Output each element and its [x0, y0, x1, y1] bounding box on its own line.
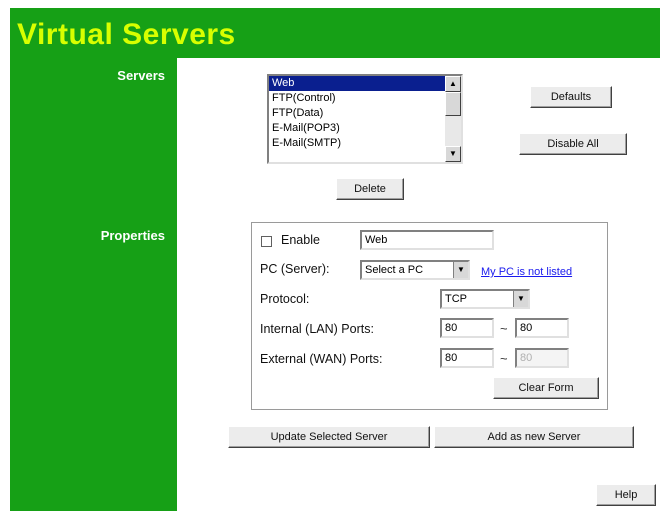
external-port-to-input: 80: [515, 348, 569, 368]
server-name-input[interactable]: Web: [360, 230, 494, 250]
help-button[interactable]: Help: [596, 484, 656, 506]
scrollbar-thumb[interactable]: [445, 92, 461, 116]
page-title: Virtual Servers: [17, 18, 236, 51]
list-item[interactable]: FTP(Control): [269, 91, 446, 106]
pc-server-label: PC (Server):: [260, 262, 330, 276]
pc-not-listed-link[interactable]: My PC is not listed: [481, 266, 572, 278]
servers-section-label: Servers: [117, 68, 165, 83]
page: Virtual Servers Servers Web FTP(Control) F…: [0, 0, 666, 511]
list-item[interactable]: Web: [269, 76, 446, 91]
servers-listbox[interactable]: Web FTP(Control) FTP(Data) E-Mail(POP3) E-Ma…: [267, 74, 463, 164]
properties-section-label: Properties: [100, 228, 165, 243]
left-sidebar: [10, 58, 177, 511]
listbox-scrollbar[interactable]: ▲ ▼: [445, 76, 461, 162]
delete-button[interactable]: Delete: [336, 178, 404, 200]
triangle-down-icon[interactable]: ▼: [445, 146, 461, 162]
protocol-select[interactable]: TCP ▼: [440, 289, 530, 309]
enable-checkbox[interactable]: [261, 236, 272, 247]
internal-ports-label: Internal (LAN) Ports:: [260, 322, 374, 336]
enable-label: Enable: [281, 233, 320, 247]
external-range-separator: ~: [500, 351, 508, 366]
chevron-down-icon: ▼: [453, 262, 468, 278]
list-item[interactable]: E-Mail(SMTP): [269, 136, 446, 151]
pc-server-select[interactable]: Select a PC ▼: [360, 260, 470, 280]
clear-form-button[interactable]: Clear Form: [493, 377, 599, 399]
protocol-label: Protocol:: [260, 292, 310, 306]
add-as-new-server-button[interactable]: Add as new Server: [434, 426, 634, 448]
external-port-from-input[interactable]: 80: [440, 348, 494, 368]
servers-list: Web FTP(Control) FTP(Data) E-Mail(POP3) E-Ma…: [269, 76, 461, 151]
chevron-down-icon: ▼: [513, 291, 528, 307]
defaults-button[interactable]: Defaults: [530, 86, 612, 108]
protocol-select-value: TCP: [445, 293, 467, 305]
internal-port-from-input[interactable]: 80: [440, 318, 494, 338]
list-item[interactable]: FTP(Data): [269, 106, 446, 121]
internal-range-separator: ~: [500, 321, 508, 336]
pc-server-select-value: Select a PC: [365, 264, 424, 276]
internal-port-to-input[interactable]: 80: [515, 318, 569, 338]
disable-all-button[interactable]: Disable All: [519, 133, 627, 155]
triangle-up-icon[interactable]: ▲: [445, 76, 461, 92]
update-selected-server-button[interactable]: Update Selected Server: [228, 426, 430, 448]
list-item[interactable]: E-Mail(POP3): [269, 121, 446, 136]
external-ports-label: External (WAN) Ports:: [260, 352, 383, 366]
